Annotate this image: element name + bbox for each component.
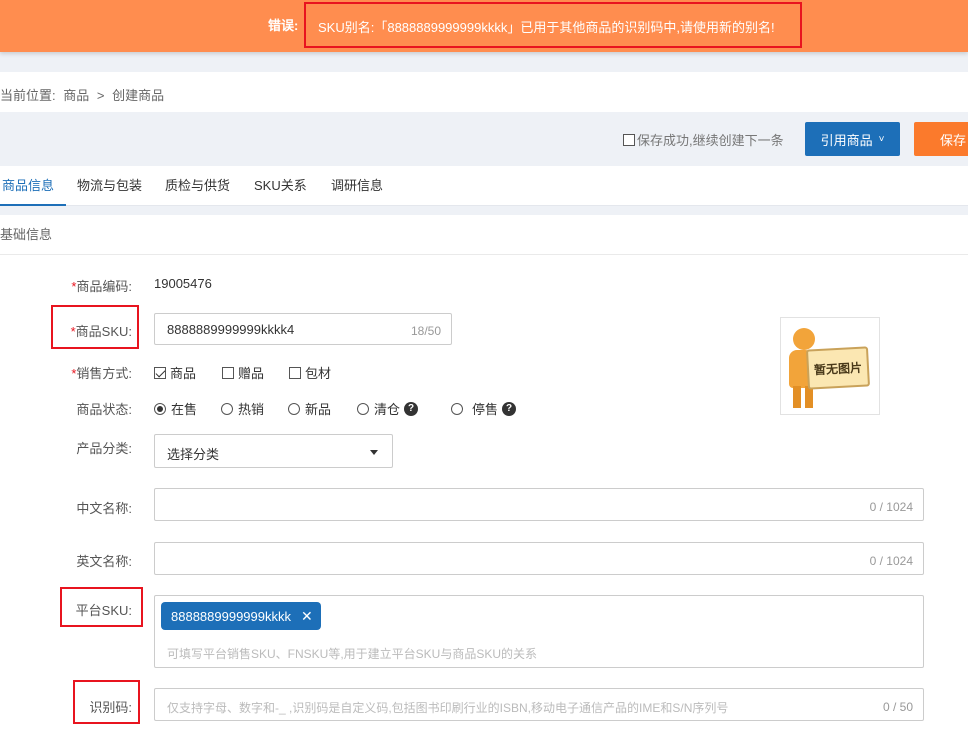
tab-bar: 商品信息 物流与包装 质检与供货 SKU关系 调研信息 xyxy=(0,166,968,206)
option-label: 新品 xyxy=(305,402,332,417)
sale-mode-option-gift[interactable]: 赠品 xyxy=(222,363,264,382)
product-sku-value: 8888889999999kkkk4 xyxy=(167,322,295,337)
sale-mode-label-text: 销售方式: xyxy=(76,366,132,381)
platform-sku-label: 平台SKU: xyxy=(75,603,132,618)
option-label: 停售 xyxy=(472,402,499,417)
section-title: 基础信息 xyxy=(0,215,968,255)
tab-product-info[interactable]: 商品信息 xyxy=(0,166,66,206)
checkbox[interactable] xyxy=(289,366,301,379)
product-sku-label-text: 商品SKU: xyxy=(75,324,132,339)
status-option-hot[interactable]: 热销 xyxy=(221,399,264,418)
product-sku-label: *商品SKU: xyxy=(40,321,132,340)
product-code-label: *商品编码: xyxy=(40,276,132,295)
error-label: 错误: xyxy=(268,18,299,33)
sale-mode-option-packaging[interactable]: 包材 xyxy=(289,363,331,382)
reference-product-label: 引用商品 xyxy=(820,132,873,148)
product-code-value: 19005476 xyxy=(154,276,212,291)
error-message: SKU别名:「8888889999999kkkk」已用于其他商品的识别码中,请使… xyxy=(304,2,802,48)
radio-checked[interactable] xyxy=(154,402,166,415)
chinese-name-label: 中文名称: xyxy=(76,501,132,516)
breadcrumb-item-create: 创建商品 xyxy=(112,88,165,103)
radio[interactable] xyxy=(221,402,233,415)
product-sku-counter: 18/50 xyxy=(410,324,441,338)
toolbar: 保存成功,继续创建下一条 引用商品 ˅ 保存 xyxy=(0,112,968,166)
breadcrumb-separator: > xyxy=(96,88,105,103)
category-select[interactable]: 选择分类 xyxy=(154,434,393,468)
save-button[interactable]: 保存 xyxy=(914,122,968,156)
option-label: 包材 xyxy=(305,366,332,381)
ident-code-label: 识别码: xyxy=(89,700,132,715)
continue-create-checkbox[interactable]: 保存成功,继续创建下一条 xyxy=(623,130,784,149)
status-option-on-sale[interactable]: 在售 xyxy=(154,399,197,418)
caret-down-icon xyxy=(370,450,378,455)
sale-mode-label: *销售方式: xyxy=(40,363,132,382)
main-form: 基础信息 *商品编码: 19005476 *商品SKU: 88888899999… xyxy=(0,215,968,729)
error-banner: 错误: SKU别名:「8888889999999kkkk」已用于其他商品的识别码… xyxy=(0,0,968,52)
breadcrumb: 当前位置: 商品 > 创建商品 xyxy=(0,72,968,112)
figure-leg xyxy=(793,386,801,408)
chinese-name-input[interactable]: 0 / 1024 xyxy=(154,488,924,521)
checkbox[interactable] xyxy=(222,366,234,379)
option-label: 热销 xyxy=(238,402,265,417)
category-label: 产品分类: xyxy=(76,441,132,456)
option-label: 在售 xyxy=(171,402,198,417)
chinese-name-counter: 0 / 1024 xyxy=(869,500,913,514)
status-option-clearance[interactable]: 清仓 ? xyxy=(357,399,419,418)
close-icon[interactable]: ✕ xyxy=(301,608,313,625)
tab-logistics-packaging[interactable]: 物流与包装 xyxy=(77,166,142,206)
chevron-down-icon: ˅ xyxy=(878,133,885,145)
no-image-text: 暂无图片 xyxy=(805,346,871,390)
product-code-label-text: 商品编码: xyxy=(76,279,132,294)
platform-sku-tag-label: 8888889999999kkkk xyxy=(171,608,291,624)
ident-code-placeholder: 仅支持字母、数字和-_ ,识别码是自定义码,包括图书印刷行业的ISBN,移动电子… xyxy=(167,701,729,715)
tab-sku-relations[interactable]: SKU关系 xyxy=(254,166,307,206)
product-sku-input[interactable]: 8888889999999kkkk4 18/50 xyxy=(154,313,452,345)
radio[interactable] xyxy=(288,402,300,415)
figure-head xyxy=(793,328,815,350)
checkbox-box[interactable] xyxy=(623,133,635,146)
platform-sku-placeholder: 可填写平台销售SKU、FNSKU等,用于建立平台SKU与商品SKU的关系 xyxy=(167,647,538,661)
tab-quality-supply[interactable]: 质检与供货 xyxy=(165,166,230,206)
tab-research-info[interactable]: 调研信息 xyxy=(331,166,383,206)
breadcrumb-prefix: 当前位置: xyxy=(0,88,56,103)
english-name-counter: 0 / 1024 xyxy=(869,554,913,568)
platform-sku-tag: 8888889999999kkkk ✕ xyxy=(161,602,321,630)
category-select-value: 选择分类 xyxy=(167,447,220,462)
reference-product-button[interactable]: 引用商品 ˅ xyxy=(805,122,900,156)
status-option-discontinued[interactable]: 停售 ? xyxy=(451,399,517,418)
option-label: 清仓 xyxy=(374,402,401,417)
option-label: 赠品 xyxy=(238,366,265,381)
sale-mode-option-goods[interactable]: 商品 xyxy=(154,363,196,382)
status-option-new[interactable]: 新品 xyxy=(288,399,331,418)
ident-code-input[interactable]: 仅支持字母、数字和-_ ,识别码是自定义码,包括图书印刷行业的ISBN,移动电子… xyxy=(154,688,924,721)
help-icon[interactable]: ? xyxy=(404,401,419,416)
english-name-label: 英文名称: xyxy=(76,554,132,569)
continue-create-label: 保存成功,继续创建下一条 xyxy=(637,133,784,148)
breadcrumb-item-goods[interactable]: 商品 xyxy=(63,88,89,103)
save-button-label: 保存 xyxy=(940,132,967,148)
english-name-input[interactable]: 0 / 1024 xyxy=(154,542,924,575)
status-label: 商品状态: xyxy=(76,402,132,417)
help-icon[interactable]: ? xyxy=(502,401,517,416)
product-image-placeholder[interactable]: 暂无图片 xyxy=(780,317,880,415)
option-label: 商品 xyxy=(170,366,197,381)
checkbox-checked[interactable] xyxy=(154,366,166,379)
ident-code-counter: 0 / 50 xyxy=(882,700,913,714)
radio[interactable] xyxy=(357,402,369,415)
radio[interactable] xyxy=(451,402,463,415)
